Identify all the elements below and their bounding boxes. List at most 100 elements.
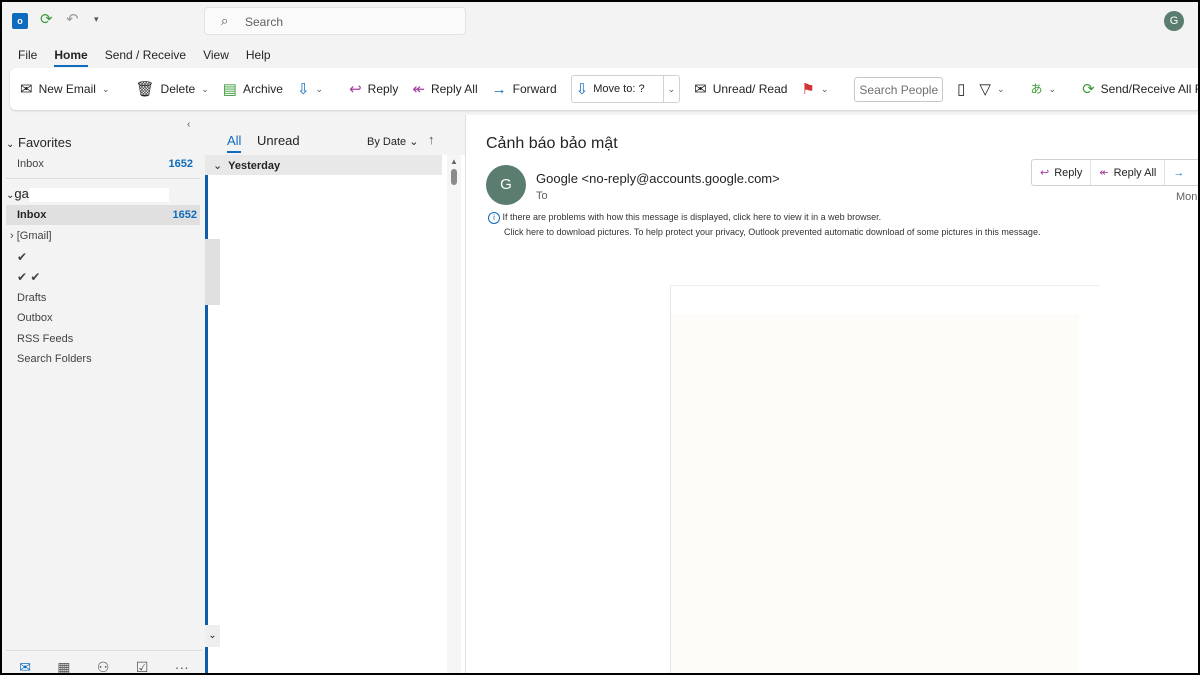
send-receive-all-button[interactable]: ⟳ Send/Receive All F	[1082, 82, 1198, 97]
folder-gmail[interactable]: › [Gmail]	[10, 230, 52, 242]
info-browser-text[interactable]: If there are problems with how this mess…	[503, 212, 882, 222]
more-icon[interactable]: ···	[175, 659, 189, 673]
tab-file[interactable]: File	[18, 48, 37, 67]
move-to-icon: ⇩	[575, 80, 589, 98]
folder-double-check[interactable]: ✔ ✔	[17, 270, 40, 284]
sync-icon[interactable]: ⟳	[40, 12, 53, 27]
customize-toolbar-icon[interactable]: ▾	[94, 14, 99, 25]
user-avatar[interactable]: G	[1164, 11, 1184, 31]
info-icon: i	[488, 212, 500, 224]
tasks-icon[interactable]: ☑	[136, 659, 149, 673]
sender[interactable]: Google <no-reply@accounts.google.com>	[536, 171, 780, 186]
undo-icon[interactable]: ↶	[66, 12, 79, 27]
ribbon: ✉ New Email ⌄ 🗑 Delete ⌄ ▤ Archive ⇩ ⌄ ↩ Reply …	[10, 68, 1198, 110]
tab-help[interactable]: Help	[246, 48, 271, 67]
chevron-down-icon: ⌄	[820, 83, 829, 94]
group-header[interactable]: ⌄ Yesterday	[205, 155, 442, 175]
flag-button[interactable]: ⚑ ⌄	[801, 82, 828, 97]
address-book-button[interactable]: ▯	[957, 82, 965, 97]
folder-rss-feeds[interactable]: RSS Feeds	[17, 333, 73, 345]
title-bar: o ⟳ ↶ ▾ ⌕ Search G	[2, 2, 1198, 42]
unread-count: 1652	[168, 158, 193, 170]
reply-actions: ↩ Reply ↞ Reply All →	[1031, 159, 1198, 186]
folder-search-folders[interactable]: Search Folders	[17, 353, 92, 365]
mail-icon[interactable]: ✉	[19, 659, 31, 673]
folder-outbox[interactable]: Outbox	[17, 312, 52, 324]
reply-button[interactable]: ↩ Reply	[1032, 160, 1092, 185]
translate-button[interactable]: あ ⌄	[1031, 83, 1057, 95]
people-icon[interactable]: ⚇	[97, 659, 110, 673]
send-receive-all-label: Send/Receive All F	[1100, 82, 1198, 96]
chevron-down-icon[interactable]: ⌄	[201, 84, 209, 95]
forward-icon: →	[1173, 166, 1185, 179]
filter-icon: ▽	[979, 80, 991, 98]
chevron-down-icon[interactable]: ⌄	[664, 84, 680, 95]
tab-view[interactable]: View	[203, 48, 229, 67]
folder-pane: ‹ ⌄ Favorites Inbox 1652 ⌄ga Inbox 1652 › …	[2, 115, 202, 673]
account-header[interactable]: ⌄ga	[6, 186, 169, 202]
collapse-pane-icon[interactable]: ‹	[187, 119, 190, 130]
message-body	[670, 285, 1100, 673]
reply-button[interactable]: ↩ Reply	[349, 82, 398, 97]
tab-home[interactable]: Home	[54, 48, 88, 67]
scrollbar-thumb[interactable]	[451, 169, 457, 185]
outlook-logo-icon: o	[12, 13, 28, 29]
reply-icon: ↩	[1040, 167, 1050, 179]
message-date: Mon	[1176, 191, 1198, 203]
reply-all-icon: ↞	[1099, 167, 1109, 179]
message-list: All Unread By Date ⌄ ↑ ⌄ Yesterday ⌄ ▲	[205, 115, 465, 673]
folder-favorites-inbox[interactable]: Inbox 1652	[2, 155, 200, 175]
reply-label: Reply	[1054, 166, 1083, 179]
folder-check[interactable]: ✔	[17, 250, 27, 264]
forward-button[interactable]: → Forward	[492, 82, 557, 97]
list-header: All Unread By Date ⌄ ↑	[205, 115, 465, 155]
forward-button[interactable]: →	[1165, 160, 1192, 185]
sort-label: By Date	[367, 136, 407, 148]
flag-icon: ⚑	[801, 80, 815, 98]
folder-label: [Gmail]	[16, 230, 52, 242]
search-input[interactable]: ⌕ Search	[204, 7, 466, 35]
reply-all-button[interactable]: ↞ Reply All	[1091, 160, 1166, 185]
new-email-button[interactable]: ✉ New Email ⌄	[20, 82, 109, 97]
folder-drafts[interactable]: Drafts	[17, 292, 46, 304]
new-email-label: New Email	[38, 82, 96, 96]
move-folder-icon: ⇩	[296, 80, 310, 98]
tab-send-receive[interactable]: Send / Receive	[105, 48, 186, 67]
sync-icon: ⟳	[1082, 80, 1095, 98]
sender-avatar[interactable]: G	[486, 165, 526, 205]
delete-button[interactable]: 🗑 Delete ⌄	[135, 82, 208, 97]
new-mail-icon: ✉	[20, 80, 33, 98]
archive-button[interactable]: ▤ Archive	[223, 82, 283, 97]
move-button[interactable]: ⇩ ⌄	[297, 82, 323, 97]
scrollbar[interactable]: ▲	[447, 155, 461, 673]
reply-label: Reply	[367, 82, 399, 96]
move-to-dropdown[interactable]: ⇩ Move to: ? ⌄	[570, 75, 681, 103]
filter-tab-all[interactable]: All	[227, 133, 242, 153]
search-people-input[interactable]: Search People	[854, 76, 944, 102]
message-subject: Cảnh báo bảo mật	[486, 135, 618, 152]
info-pictures-text[interactable]: Click here to download pictures. To help…	[488, 227, 1040, 237]
calendar-icon[interactable]: ▦	[57, 659, 70, 673]
folder-label: Inbox	[17, 209, 47, 221]
filter-button[interactable]: ▽ ⌄	[979, 82, 1004, 97]
scroll-down-icon[interactable]: ⌄	[205, 625, 220, 647]
forward-label: Forward	[512, 82, 557, 96]
info-bar[interactable]: i If there are problems with how this me…	[488, 212, 1040, 240]
menu-tabs: File Home Send / Receive View Help	[18, 48, 271, 67]
trash-icon: 🗑	[135, 80, 155, 98]
divider	[6, 178, 200, 179]
chevron-down-icon: ⌄	[996, 83, 1005, 94]
unread-count: 1652	[172, 209, 197, 221]
reply-all-button[interactable]: ↞ Reply All	[412, 82, 477, 97]
folder-inbox[interactable]: Inbox 1652	[6, 205, 200, 225]
favorites-label: Favorites	[18, 135, 72, 150]
sort-direction-icon[interactable]: ↑	[428, 132, 435, 147]
favorites-header[interactable]: ⌄ Favorites	[6, 135, 71, 150]
sort-dropdown[interactable]: By Date ⌄	[367, 135, 418, 148]
search-placeholder: Search	[245, 15, 284, 29]
filter-tab-unread[interactable]: Unread	[257, 133, 300, 148]
chevron-down-icon[interactable]: ⌄	[102, 84, 110, 95]
unread-read-button[interactable]: ✉ Unread/ Read	[694, 82, 787, 97]
reply-icon: ↩	[349, 80, 362, 98]
list-item-highlight	[205, 239, 220, 305]
